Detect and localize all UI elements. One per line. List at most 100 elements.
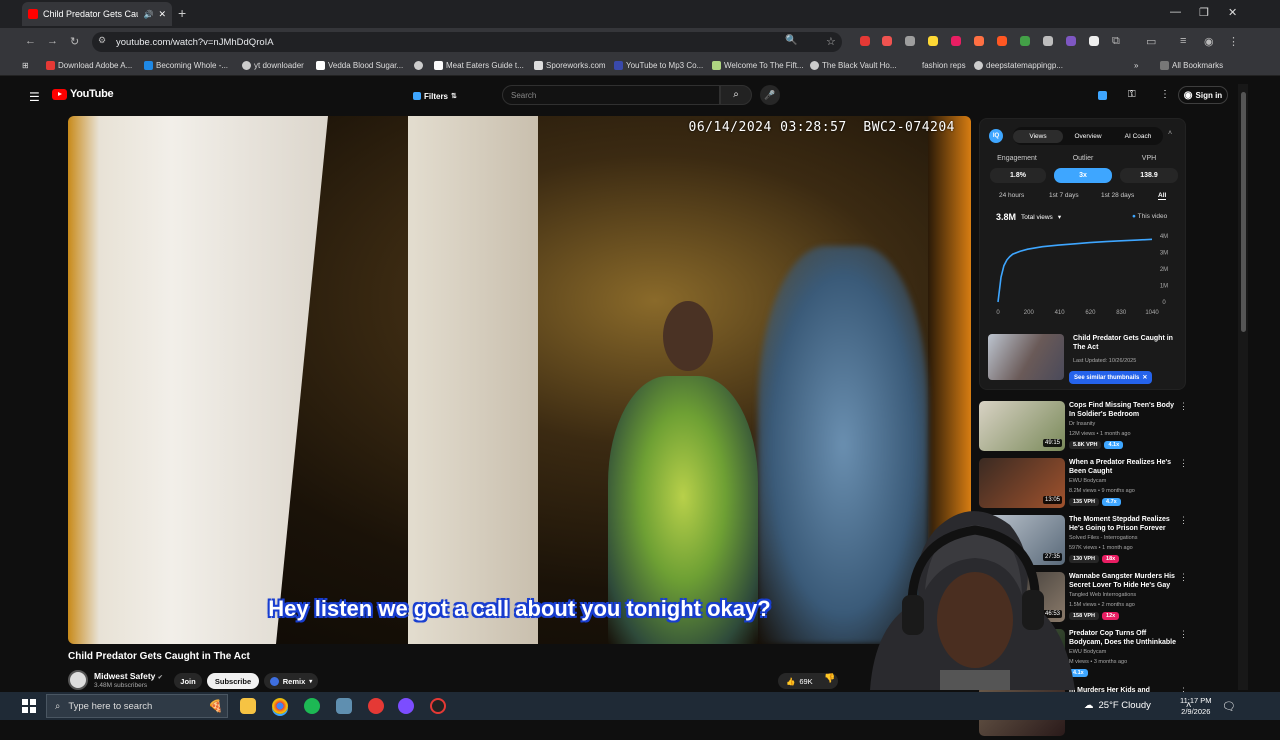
all-bookmarks[interactable]: All Bookmarks [1160,61,1223,70]
recommended-title[interactable]: When a Predator Realizes He's Been Caugh… [1069,458,1179,476]
extension-icon[interactable] [882,36,892,46]
extension-icon[interactable] [1089,36,1099,46]
restore-button[interactable]: ❐ [1199,6,1209,19]
extension-icon[interactable] [1043,36,1053,46]
bookmark-item[interactable]: YouTube to Mp3 Co... [614,61,712,70]
discord-icon[interactable] [398,698,414,714]
extension-toggle-icon[interactable] [1098,91,1107,100]
more-options-icon[interactable]: ⋮ [1160,89,1170,100]
apps-grid-icon[interactable]: ⊞ [22,61,46,70]
subscribe-button[interactable]: Subscribe [207,673,259,689]
hamburger-menu-icon[interactable]: ☰ [29,90,40,104]
see-similar-thumbnails-button[interactable]: See similar thumbnails ✕ [1069,371,1153,384]
period-28d[interactable]: 1st 28 days [1101,192,1134,199]
tab-overview[interactable]: Overview [1063,133,1113,140]
address-bar[interactable]: youtube.com/watch?v=nJMhDdQroIA [92,32,842,52]
recommended-channel[interactable]: Dr Insanity [1069,421,1095,427]
channel-name[interactable]: Midwest Safety ✔ [94,671,163,681]
dislike-button[interactable]: 👎 [824,673,835,684]
search-input[interactable]: Search [502,85,720,105]
extension-icon[interactable] [860,36,870,46]
side-panel-icon[interactable]: ▭ [1146,35,1156,48]
more-bookmarks-icon[interactable]: » [1134,61,1160,70]
search-button[interactable]: ⌕ [720,85,752,105]
bookmark-item[interactable]: Sporeworks.com [534,61,614,70]
reload-icon[interactable]: ↻ [70,35,79,48]
audio-icon[interactable]: 🔊 [143,10,153,19]
bookmark-item[interactable]: yt downloader [242,61,316,70]
minimize-button[interactable]: — [1170,6,1181,18]
more-options-icon[interactable]: ⋮ [1179,515,1188,526]
windows-start-icon[interactable] [22,699,36,713]
recommended-video[interactable]: 49:15 Cops Find Missing Teen's Body In So… [979,401,1239,455]
voice-search-button[interactable]: 🎤 [760,85,780,105]
close-window-button[interactable]: ✕ [1228,6,1237,19]
channel-avatar[interactable] [68,670,88,690]
bookmark-item[interactable]: The Black Vault Ho... [810,61,922,70]
taskbar-clock[interactable]: 11:17 PM 2/9/2026 [1180,696,1212,717]
app-icon[interactable] [368,698,384,714]
obs-icon[interactable] [430,698,446,714]
extension-icon[interactable] [905,36,915,46]
close-tab-icon[interactable]: ✕ [158,9,166,20]
back-icon[interactable]: ← [25,35,36,47]
pizza-icon: 🍕 [208,699,223,713]
extension-icon[interactable] [951,36,961,46]
forward-icon[interactable]: → [47,35,58,47]
more-options-icon[interactable]: ⋮ [1179,401,1188,412]
more-options-icon[interactable]: ⋮ [1179,629,1188,640]
extension-icon[interactable] [1020,36,1030,46]
extensions-puzzle-icon[interactable]: ⧉ [1112,35,1120,48]
spotify-icon[interactable] [304,698,320,714]
bookmark-item[interactable]: Vedda Blood Sugar... [316,61,414,70]
shirt-graphic [940,670,1010,690]
bookmark-item[interactable]: deepstatemappingp... [974,61,1134,70]
browser-tab-bar [0,0,1280,28]
extension-icon[interactable] [974,36,984,46]
youtube-logo[interactable]: YouTube [52,88,114,100]
recommended-title[interactable]: Cops Find Missing Teen's Body In Soldier… [1069,401,1179,419]
app-icon[interactable] [336,698,352,714]
collapse-icon[interactable]: ˄ [1168,130,1172,137]
period-7d[interactable]: 1st 7 days [1049,192,1079,199]
site-info-icon[interactable]: ⚙ [98,35,106,46]
remix-button[interactable]: Remix ▾ [264,673,318,689]
total-views-selector[interactable]: 3.8M Total views ▾ [996,212,1061,222]
period-all[interactable]: All [1158,192,1167,200]
browser-tab[interactable]: Child Predator Gets Caught 🔊 ✕ [22,2,172,26]
shield-icon[interactable]: ⚿ [1128,89,1136,100]
scrollbar-thumb[interactable] [1241,92,1246,332]
period-24h[interactable]: 24 hours [999,192,1024,199]
extension-icon[interactable] [928,36,938,46]
iq-badge: IQ [989,129,1003,143]
more-options-icon[interactable]: ⋮ [1179,572,1188,583]
profile-icon[interactable]: ◉ [1204,35,1214,48]
extension-icon[interactable] [1066,36,1076,46]
bookmark-item[interactable]: fashion reps [922,61,974,70]
tab-views[interactable]: Views [1013,129,1063,143]
bookmark-item[interactable]: Download Adobe A... [46,61,144,70]
filters-button[interactable]: Filters ⇅ [408,88,462,104]
bookmark-item[interactable] [414,61,434,70]
sign-in-button[interactable]: ◉ Sign in [1178,86,1228,104]
bookmark-item[interactable]: Becoming Whole -... [144,61,242,70]
extension-icon[interactable] [997,36,1007,46]
taskbar-search-input[interactable]: ⌕ Type here to search 🍕 [46,694,228,718]
video-player[interactable]: 06/14/2024 03:28:57 BWC2-074204 Hey list… [68,116,971,644]
tab-ai-coach[interactable]: AI Coach [1113,133,1163,140]
notifications-icon[interactable]: 🗨 [1222,700,1236,713]
bookmark-star-icon[interactable]: ☆ [826,35,836,48]
more-options-icon[interactable]: ⋮ [1179,458,1188,469]
new-tab-button[interactable]: + [178,5,186,21]
weather-widget[interactable]: ☁ 25°F Cloudy ˄ [1084,700,1191,711]
recommended-channel[interactable]: EWU Bodycam [1069,478,1106,484]
join-button[interactable]: Join [174,673,202,689]
zoom-icon[interactable]: 🔍 [785,35,797,46]
chrome-menu-icon[interactable]: ⋮ [1228,35,1239,48]
bookmark-item[interactable]: Welcome To The Fift... [712,61,810,70]
bookmark-item[interactable]: Meat Eaters Guide t... [434,61,534,70]
video-thumbnail[interactable] [988,334,1064,380]
chrome-icon[interactable] [272,698,288,714]
reading-list-icon[interactable]: ≡ [1180,35,1186,47]
file-explorer-icon[interactable] [240,698,256,714]
